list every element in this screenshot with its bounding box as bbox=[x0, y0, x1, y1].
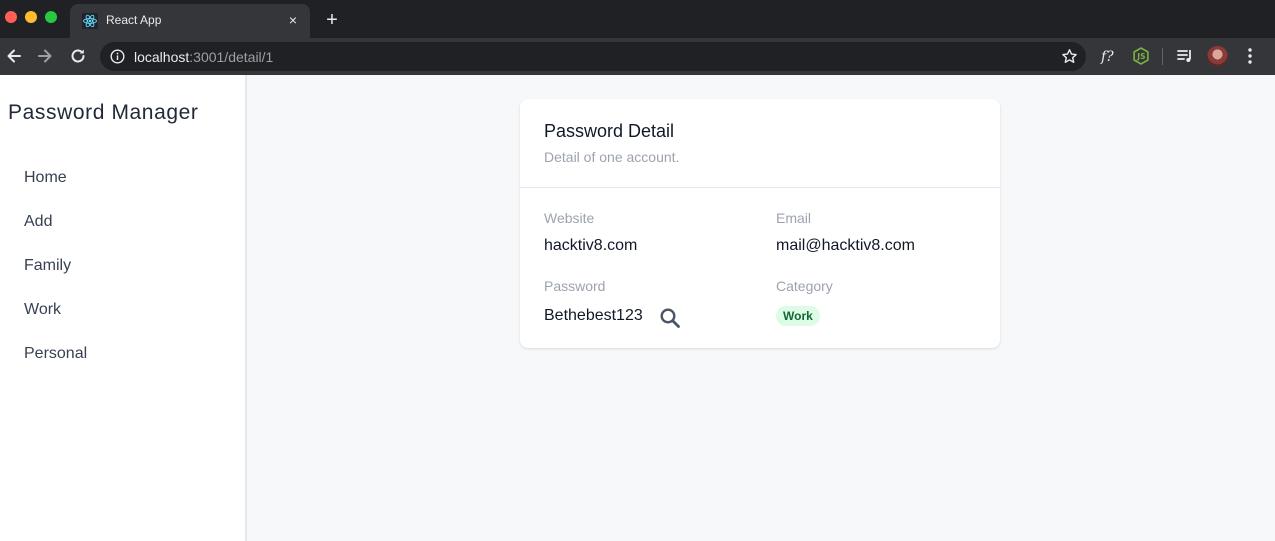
info-icon[interactable] bbox=[110, 49, 125, 64]
password-label: Password bbox=[544, 278, 606, 294]
app-title: Password Manager bbox=[8, 101, 199, 124]
function-extension-icon[interactable]: f? bbox=[1099, 46, 1119, 66]
card-divider bbox=[520, 187, 1000, 188]
category-label: Category bbox=[776, 278, 833, 294]
sidebar-item-family[interactable]: Family bbox=[24, 257, 71, 275]
password-value: Bethebest123 bbox=[544, 307, 643, 324]
window-close-button[interactable] bbox=[5, 11, 17, 23]
sidebar: Password Manager Home Add Family Work Pe… bbox=[0, 75, 247, 541]
category-badge: Work bbox=[776, 306, 820, 326]
url-path: :3001/detail/1 bbox=[189, 49, 274, 65]
react-favicon-icon bbox=[82, 13, 98, 29]
bookmark-star-icon[interactable] bbox=[1061, 48, 1078, 65]
website-value: hacktiv8.com bbox=[544, 237, 638, 254]
svg-text:JS: JS bbox=[1136, 52, 1145, 61]
tab-title: React App bbox=[106, 13, 162, 27]
window-minimize-button[interactable] bbox=[25, 11, 37, 23]
sidebar-item-personal[interactable]: Personal bbox=[24, 345, 87, 363]
browser-toolbar: localhost:3001/detail/1 f? JS bbox=[0, 38, 1275, 75]
more-menu-icon[interactable] bbox=[1243, 46, 1257, 66]
website-label: Website bbox=[544, 210, 595, 226]
main-content: Password Detail Detail of one account. W… bbox=[249, 75, 1275, 541]
nodejs-extension-icon[interactable]: JS bbox=[1131, 46, 1151, 66]
new-tab-button[interactable]: + bbox=[321, 9, 343, 31]
card-subtitle: Detail of one account. bbox=[544, 149, 680, 165]
media-queue-icon[interactable] bbox=[1175, 46, 1195, 66]
address-bar[interactable]: localhost:3001/detail/1 bbox=[100, 42, 1086, 71]
svg-text:f?: f? bbox=[1100, 49, 1114, 65]
email-value: mail@hacktiv8.com bbox=[776, 237, 915, 254]
forward-arrow-icon[interactable] bbox=[35, 46, 55, 66]
password-detail-card: Password Detail Detail of one account. W… bbox=[520, 99, 1000, 348]
email-label: Email bbox=[776, 210, 812, 226]
sidebar-item-work[interactable]: Work bbox=[24, 301, 61, 319]
back-arrow-icon[interactable] bbox=[4, 46, 24, 66]
sidebar-item-home[interactable]: Home bbox=[24, 169, 67, 187]
search-icon[interactable] bbox=[659, 307, 681, 329]
window-maximize-button[interactable] bbox=[45, 11, 57, 23]
card-title: Password Detail bbox=[544, 121, 675, 141]
browser-tabbar: React App × + bbox=[0, 0, 1275, 38]
url-text[interactable]: localhost:3001/detail/1 bbox=[134, 49, 273, 65]
toolbar-divider bbox=[1162, 48, 1163, 65]
url-host: localhost bbox=[134, 49, 190, 65]
browser-tab[interactable]: React App × bbox=[70, 4, 310, 38]
reload-icon[interactable] bbox=[68, 46, 88, 66]
sidebar-item-add[interactable]: Add bbox=[24, 213, 52, 231]
profile-avatar[interactable] bbox=[1207, 46, 1228, 67]
tab-close-icon[interactable]: × bbox=[284, 11, 302, 29]
